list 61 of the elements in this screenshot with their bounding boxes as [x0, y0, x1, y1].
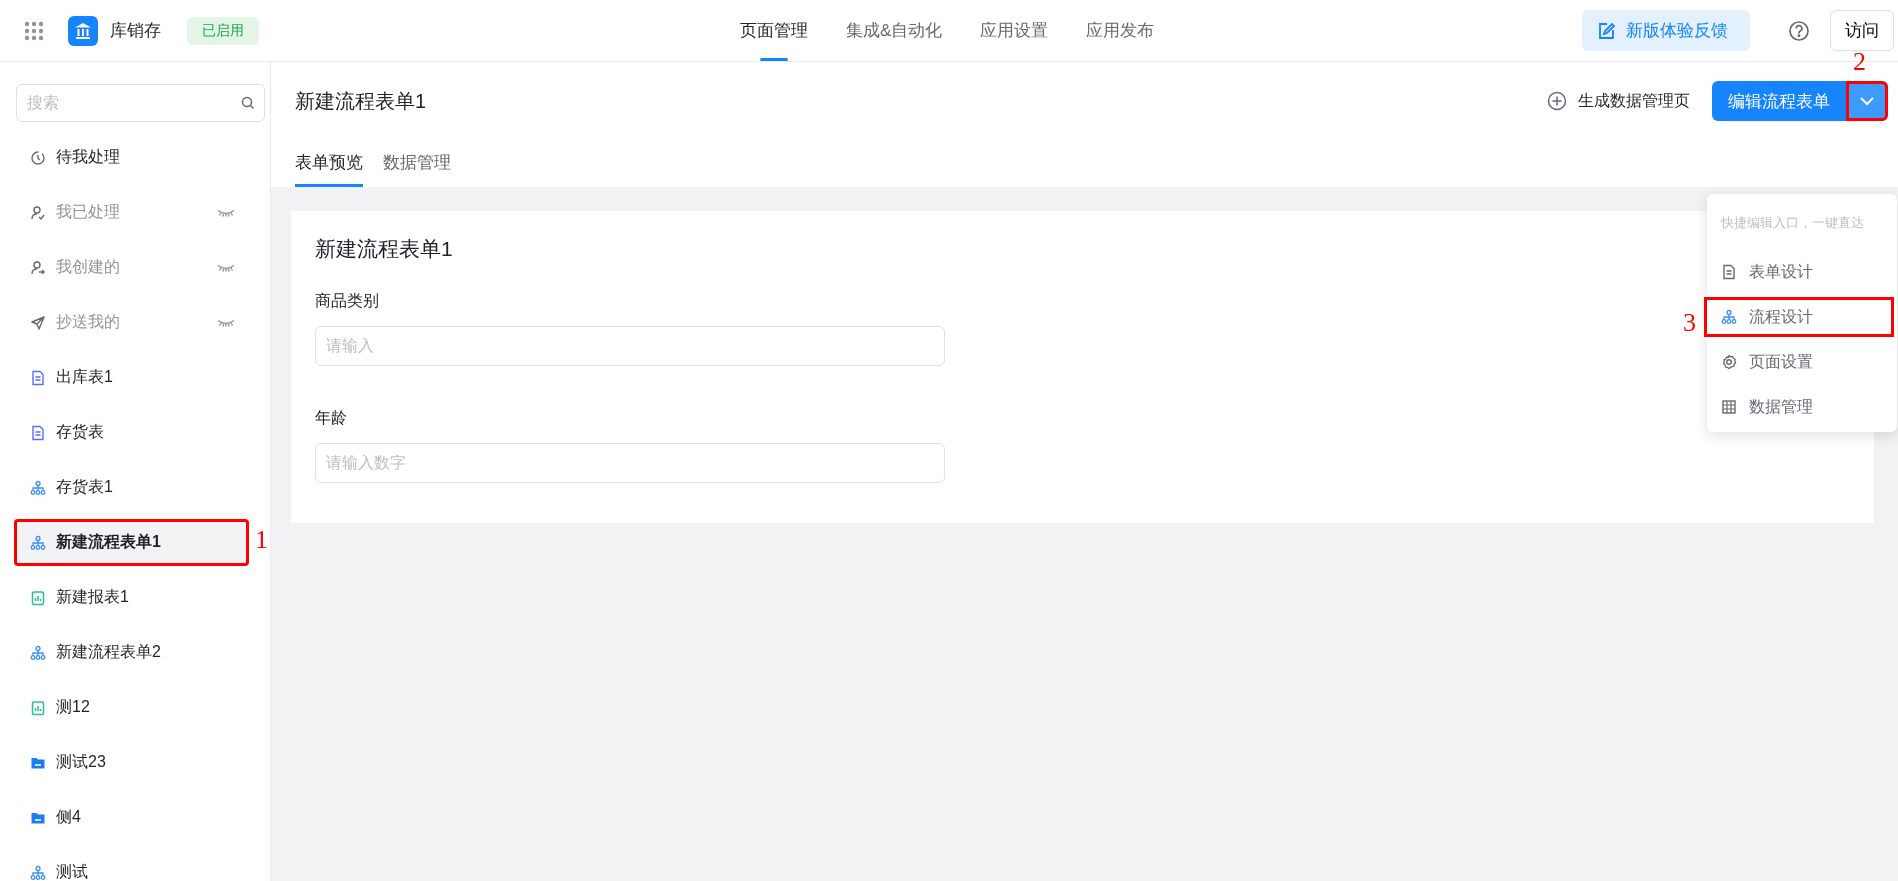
hierarchy-icon: [30, 479, 46, 496]
sidebar-item[interactable]: 存货表: [14, 409, 249, 456]
search-field[interactable]: 搜索: [16, 84, 265, 122]
user-arrow-icon: [30, 259, 46, 276]
status-badge: 已启用: [187, 16, 259, 45]
nav-tab[interactable]: 应用设置: [980, 0, 1049, 61]
sidebar-item[interactable]: 测12: [14, 684, 249, 731]
eye-closed-icon[interactable]: [217, 263, 235, 272]
sidebar-item[interactable]: 测试: [14, 849, 249, 881]
hierarchy-icon: [30, 534, 46, 551]
eye-closed-icon[interactable]: [217, 318, 235, 327]
hierarchy-icon: [1721, 309, 1737, 325]
menu-item[interactable]: 流程设计: [1705, 298, 1893, 336]
sidebar-item[interactable]: 侧4: [14, 794, 249, 841]
generate-page-button[interactable]: 生成数据管理页: [1541, 89, 1696, 113]
bar-chart-icon: [30, 699, 46, 716]
form-title: 新建流程表单1: [315, 236, 454, 262]
input-field[interactable]: 请输入: [315, 326, 945, 366]
field-label: 商品类别: [315, 291, 379, 311]
menu-item[interactable]: 数据管理: [1707, 388, 1897, 426]
paper-plane-icon: [30, 314, 46, 331]
field-label: 年龄: [315, 408, 347, 428]
plus-circle-icon: [1547, 91, 1567, 111]
document-icon: [30, 424, 46, 441]
help-icon[interactable]: [1788, 19, 1810, 42]
chevron-down-icon: [1859, 96, 1875, 106]
sidebar-item[interactable]: 待我处理: [14, 134, 249, 181]
clock-icon: [30, 149, 46, 166]
hierarchy-icon: [30, 864, 46, 881]
sidebar-item[interactable]: 新建流程表单2: [14, 629, 249, 676]
menu-item[interactable]: 表单设计: [1707, 253, 1897, 291]
settings-icon: [1721, 354, 1737, 370]
document-icon: [30, 369, 46, 386]
eye-closed-icon[interactable]: [217, 208, 235, 217]
edit-icon: [1598, 21, 1616, 40]
edit-form-button[interactable]: 编辑流程表单: [1712, 81, 1846, 121]
sidebar-item[interactable]: 测试23: [14, 739, 249, 786]
dropdown-toggle[interactable]: [1846, 81, 1888, 121]
callout-number: 1: [255, 525, 268, 555]
nav-tab[interactable]: 集成&自动化: [846, 0, 943, 61]
user-check-icon: [30, 204, 46, 221]
search-icon: [241, 96, 255, 110]
sidebar-item[interactable]: 存货表1: [14, 464, 249, 511]
page-tab[interactable]: 数据管理: [383, 138, 451, 187]
app-logo-icon: [68, 15, 98, 46]
hierarchy-icon: [30, 644, 46, 661]
nav-tab[interactable]: 页面管理: [740, 0, 808, 61]
page-tab[interactable]: 表单预览: [295, 138, 363, 187]
sidebar-item[interactable]: 出库表1: [14, 354, 249, 401]
page-title: 新建流程表单1: [295, 88, 428, 114]
app-grid-icon[interactable]: [24, 20, 44, 41]
bar-chart-icon: [30, 589, 46, 606]
menu-item[interactable]: 页面设置: [1707, 343, 1897, 381]
grid-icon: [1721, 399, 1737, 415]
document-icon: [1721, 264, 1737, 280]
app-name: 库销存: [110, 20, 161, 42]
input-field[interactable]: 请输入数字: [315, 443, 945, 483]
visit-button[interactable]: 访问: [1830, 10, 1894, 51]
callout-number: 3: [1683, 308, 1696, 338]
sidebar-item[interactable]: 新建报表1: [14, 574, 249, 621]
nav-tab[interactable]: 应用发布: [1086, 0, 1155, 61]
